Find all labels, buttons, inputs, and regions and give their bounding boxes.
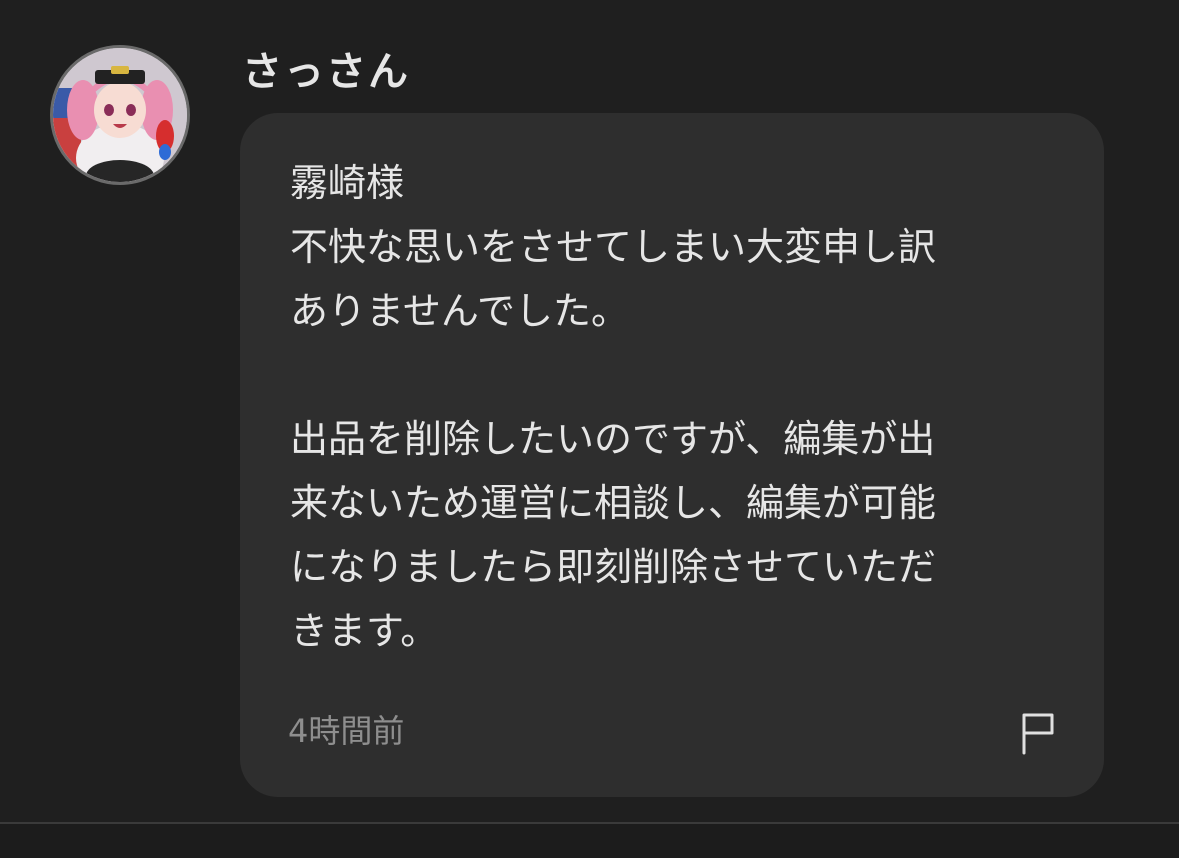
report-button[interactable] (1018, 711, 1058, 755)
comment-message: 霧崎様 不快な思いをさせてしまい大変申し訳 ありませんでした。 出品を削除したい… (290, 151, 1070, 663)
comment-item: さっさん 霧崎様 不快な思いをさせてしまい大変申し訳 ありませんでした。 出品を… (0, 0, 1179, 822)
message-line: 不快な思いをさせてしまい大変申し訳 (290, 225, 937, 269)
message-line: きます。 (290, 609, 439, 653)
message-line: 来ないため運営に相談し、編集が可能 (290, 481, 937, 525)
next-item-area (0, 824, 1179, 858)
comment-bubble: 霧崎様 不快な思いをさせてしまい大変申し訳 ありませんでした。 出品を削除したい… (240, 113, 1104, 797)
message-line: 霧崎様 (290, 161, 405, 205)
message-line: になりましたら即刻削除させていただ (290, 545, 937, 589)
comment-author[interactable]: さっさん (242, 46, 410, 98)
user-avatar[interactable] (50, 45, 190, 185)
avatar-image (53, 48, 187, 182)
flag-icon (1022, 713, 1054, 755)
message-line: 出品を削除したいのですが、編集が出 (290, 417, 936, 461)
comment-timestamp: 4時間前 (288, 712, 405, 750)
message-line: ありませんでした。 (290, 289, 629, 333)
